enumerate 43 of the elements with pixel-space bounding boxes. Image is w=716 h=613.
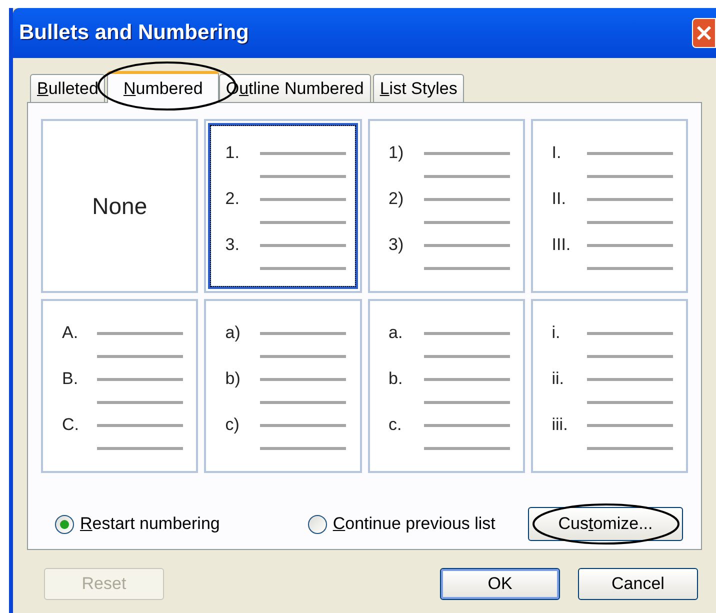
numbering-style-option[interactable]: i. ii. iii. xyxy=(530,299,688,473)
list-marker: C. xyxy=(62,414,80,436)
none-label: None xyxy=(92,192,148,221)
list-marker: c) xyxy=(225,414,240,436)
list-marker: A. xyxy=(62,322,80,344)
list-marker: a) xyxy=(225,322,242,344)
list-marker: I. xyxy=(552,142,562,164)
close-icon xyxy=(696,25,712,41)
numbering-style-option[interactable]: a) b) c) xyxy=(204,299,362,473)
dialog-button[interactable]: Cancel xyxy=(578,568,698,600)
radio-label: Continue previous list xyxy=(332,513,496,536)
list-marker: i. xyxy=(552,322,562,344)
list-marker: 3. xyxy=(225,234,240,256)
window-title: Bullets and Numbering xyxy=(19,20,249,46)
radio-button[interactable] xyxy=(308,514,327,534)
list-marker: a. xyxy=(388,322,404,344)
numbering-style-option[interactable]: A. B. C. xyxy=(41,299,198,473)
list-marker: 2. xyxy=(225,188,240,210)
list-marker: B. xyxy=(62,368,80,390)
dialog-button[interactable]: OK xyxy=(440,568,560,600)
numbering-style-option[interactable]: a. b. c. xyxy=(368,299,525,473)
list-marker: 2) xyxy=(388,188,405,210)
list-marker: 1. xyxy=(225,142,240,164)
numbering-style-option[interactable]: I. II. III. xyxy=(530,119,688,293)
tab[interactable]: Bulleted xyxy=(30,74,106,102)
list-marker: c. xyxy=(388,414,403,436)
close-button[interactable] xyxy=(692,18,716,48)
radio-button[interactable] xyxy=(55,514,74,534)
customize-button[interactable]: Customize... xyxy=(528,507,683,541)
numbering-style-option[interactable]: 1. 2. 3. xyxy=(204,119,362,293)
list-marker: 3) xyxy=(388,234,405,256)
list-marker: 1) xyxy=(388,142,405,164)
radio-label: Restart numbering xyxy=(80,513,220,536)
list-marker: III. xyxy=(552,234,572,256)
list-marker: iii. xyxy=(552,414,569,436)
tab[interactable]: Numbered xyxy=(107,71,219,103)
list-marker: b. xyxy=(388,368,404,390)
list-marker: ii. xyxy=(552,368,566,390)
numbering-style-option[interactable]: None xyxy=(41,119,198,293)
list-marker: b) xyxy=(225,368,242,390)
list-marker: II. xyxy=(552,188,567,210)
numbering-style-option[interactable]: 1) 2) 3) xyxy=(368,119,525,293)
tab[interactable]: List Styles xyxy=(372,74,464,102)
